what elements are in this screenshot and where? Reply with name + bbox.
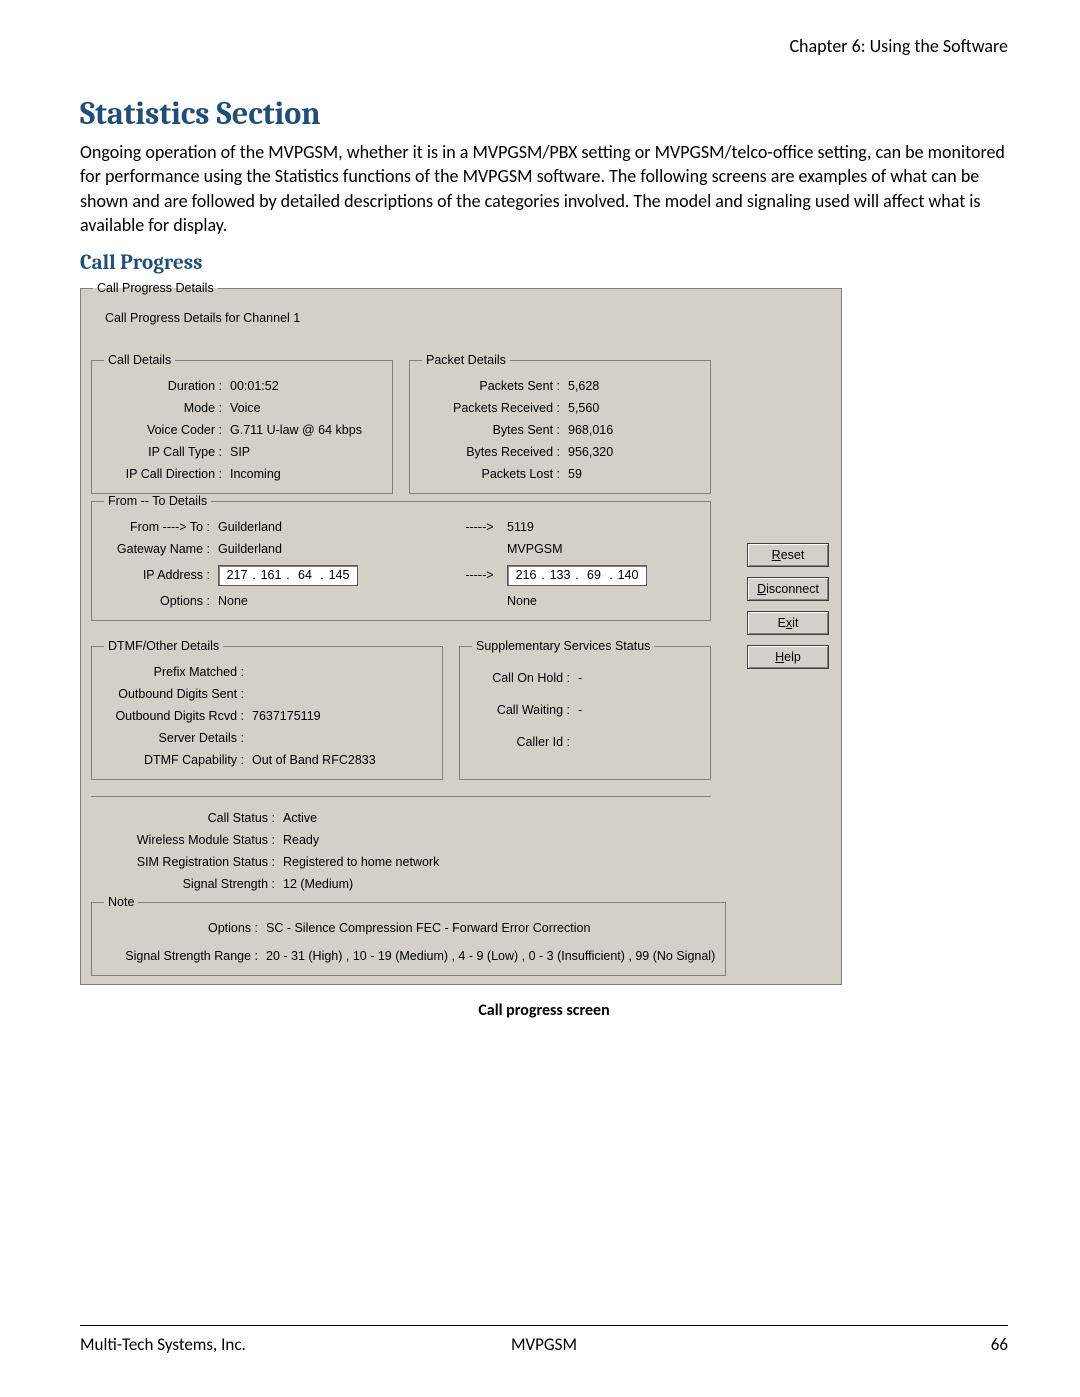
help-button[interactable]: Help [747,645,829,669]
page-footer: Multi-Tech Systems, Inc. MVPGSM 66 [80,1325,1008,1355]
note-options-value: SC - Silence Compression FEC - Forward E… [266,921,590,935]
options-label: Options : [102,594,218,608]
packets-sent-value: 5,628 [568,379,599,393]
gateway-right-value: MVPGSM [507,542,700,556]
packet-details-legend: Packet Details [422,353,510,367]
dialog-actions: Reset Disconnect Exit Help [747,543,829,669]
duration-label: Duration : [102,379,230,393]
supp-services-legend: Supplementary Services Status [472,639,654,653]
options-left-value: None [218,594,248,608]
note-legend: Note [104,895,138,909]
dtmf-legend: DTMF/Other Details [104,639,223,653]
packet-details-group: Packet Details Packets Sent :5,628 Packe… [409,353,711,494]
dialog-subtitle: Call Progress Details for Channel 1 [91,303,831,325]
from-to-right-value: 5119 [507,520,700,534]
gateway-left-value: Guilderland [218,542,282,556]
section-title: Statistics Section [80,95,1008,132]
mode-value: Voice [230,401,261,415]
exit-button[interactable]: Exit [747,611,829,635]
signal-range-value: 20 - 31 (High) , 10 - 19 (Medium) , 4 - … [266,949,715,963]
ip-call-type-label: IP Call Type : [102,445,230,459]
footer-left: Multi-Tech Systems, Inc. [80,1334,389,1355]
packets-lost-label: Packets Lost : [420,467,568,481]
footer-center: MVPGSM [389,1334,698,1355]
voice-coder-value: G.711 U-law @ 64 kbps [230,423,362,437]
from-to-label: From ----> To : [102,520,218,534]
dialog-legend: Call Progress Details [93,281,218,295]
signal-strength-value: 12 (Medium) [283,877,353,891]
sim-status-label: SIM Registration Status : [97,855,283,869]
ip-call-direction-value: Incoming [230,467,281,481]
subsection-title: Call Progress [80,251,1008,275]
arrow-icon: -----> [452,568,507,582]
packets-received-label: Packets Received : [420,401,568,415]
server-details-label: Server Details : [102,731,252,745]
arrow-icon: -----> [452,520,507,534]
ip-call-type-value: SIP [230,445,250,459]
bytes-received-label: Bytes Received : [420,445,568,459]
bytes-received-value: 956,320 [568,445,613,459]
outbound-rcvd-label: Outbound Digits Rcvd : [102,709,252,723]
section-paragraph: Ongoing operation of the MVPGSM, whether… [80,140,1008,237]
packets-received-value: 5,560 [568,401,599,415]
reset-button[interactable]: Reset [747,543,829,567]
signal-range-label: Signal Strength Range : [102,949,266,963]
call-details-legend: Call Details [104,353,175,367]
supp-services-group: Supplementary Services Status Call On Ho… [459,639,711,780]
packets-lost-value: 59 [568,467,582,481]
call-on-hold-value: - [578,671,582,685]
chapter-header: Chapter 6: Using the Software [80,35,1008,57]
from-to-legend: From -- To Details [104,494,211,508]
outbound-sent-label: Outbound Digits Sent : [102,687,252,701]
from-to-group: From -- To Details From ----> To :Guilde… [91,494,711,621]
from-to-left-value: Guilderland [218,520,282,534]
bytes-sent-label: Bytes Sent : [420,423,568,437]
dtmf-capability-label: DTMF Capability : [102,753,252,767]
prefix-matched-label: Prefix Matched : [102,665,252,679]
call-waiting-label: Call Waiting : [470,703,578,717]
ip-address-right-field[interactable]: 216. 133. 69. 140 [507,565,647,586]
ip-call-direction-label: IP Call Direction : [102,467,230,481]
gateway-name-label: Gateway Name : [102,542,218,556]
options-right-value: None [507,594,700,608]
packets-sent-label: Packets Sent : [420,379,568,393]
status-group: Call Status :Active Wireless Module Stat… [91,796,711,895]
signal-strength-label: Signal Strength : [97,877,283,891]
caller-id-label: Caller Id : [470,735,578,749]
call-status-label: Call Status : [97,811,283,825]
call-progress-dialog: Call Progress Details Call Progress Deta… [80,281,842,985]
call-status-value: Active [283,811,317,825]
footer-page-number: 66 [699,1334,1008,1355]
voice-coder-label: Voice Coder : [102,423,230,437]
note-options-label: Options : [102,921,266,935]
bytes-sent-value: 968,016 [568,423,613,437]
dtmf-capability-value: Out of Band RFC2833 [252,753,376,767]
ip-address-label: IP Address : [102,568,218,582]
wireless-status-label: Wireless Module Status : [97,833,283,847]
dtmf-group: DTMF/Other Details Prefix Matched : Outb… [91,639,443,780]
ip-address-left-field[interactable]: 217. 161. 64. 145 [218,565,358,586]
figure-caption: Call progress screen [80,1001,1008,1020]
call-on-hold-label: Call On Hold : [470,671,578,685]
duration-value: 00:01:52 [230,379,279,393]
call-details-group: Call Details Duration :00:01:52 Mode :Vo… [91,353,393,494]
wireless-status-value: Ready [283,833,319,847]
outbound-rcvd-value: 7637175119 [252,709,321,723]
mode-label: Mode : [102,401,230,415]
call-waiting-value: - [578,703,582,717]
note-group: Note Options :SC - Silence Compression F… [91,895,726,976]
disconnect-button[interactable]: Disconnect [747,577,829,601]
sim-status-value: Registered to home network [283,855,439,869]
